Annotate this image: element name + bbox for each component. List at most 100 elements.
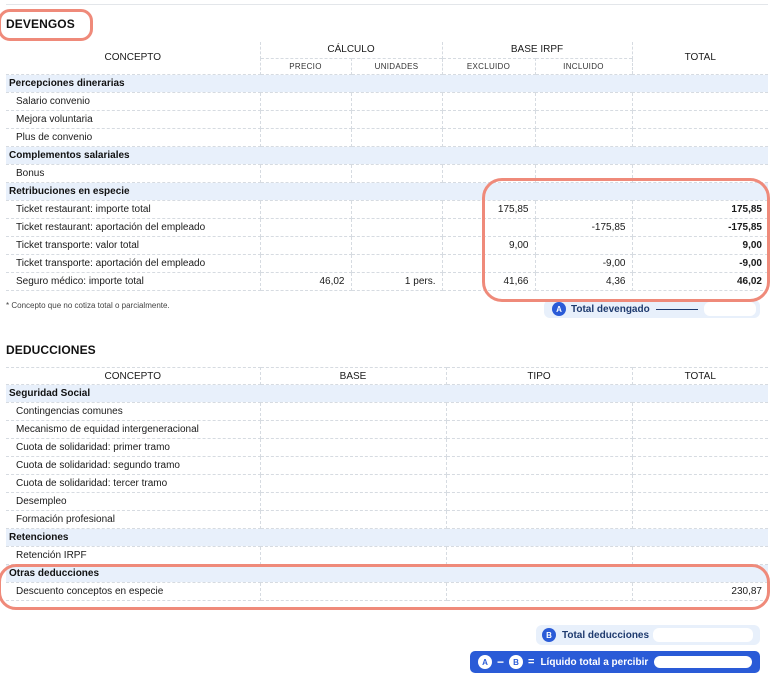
- liquido-total-bar: A − B = Líquido total a percibir: [470, 651, 760, 673]
- cell-concepto: Cuota de solidaridad: primer tramo: [6, 438, 261, 457]
- cell-precio: [260, 200, 352, 219]
- devengos-category-row: Complementos salariales: [6, 146, 768, 165]
- cell-tipo: [446, 474, 633, 493]
- liquido-value-box: [654, 656, 753, 668]
- cell-tipo: [446, 456, 633, 475]
- cell-base: [260, 510, 447, 529]
- category-label: Complementos salariales: [6, 146, 768, 165]
- cell-concepto: Ticket transporte: aportación del emplea…: [6, 254, 261, 273]
- total-deducciones-chip: B Total deducciones: [536, 625, 760, 645]
- cell-concepto: Ticket transporte: valor total: [6, 236, 261, 255]
- deducciones-category-row: Retenciones: [6, 528, 768, 547]
- cell-total: [632, 92, 768, 111]
- cell-base: [260, 492, 447, 511]
- devengos-header-total: TOTAL: [632, 42, 768, 75]
- cell-total: [632, 438, 768, 457]
- cell-concepto: Descuento conceptos en especie: [6, 582, 261, 601]
- cell-total: 230,87: [632, 582, 768, 601]
- cell-unidades: 1 pers.: [351, 272, 443, 291]
- cell-total: [632, 510, 768, 529]
- cell-total: [632, 546, 768, 565]
- devengos-row: Ticket transporte: aportación del emplea…: [6, 254, 768, 273]
- cell-incluido: 4,36: [535, 272, 633, 291]
- cell-concepto: Cuota de solidaridad: segundo tramo: [6, 456, 261, 475]
- devengos-footnote: * Concepto que no cotiza total o parcial…: [6, 301, 170, 310]
- cell-unidades: [351, 254, 443, 273]
- devengos-row: Bonus: [6, 164, 768, 183]
- deducciones-header-tipo: TIPO: [446, 367, 633, 385]
- deducciones-row: Desempleo: [6, 492, 768, 511]
- cell-concepto: Retención IRPF: [6, 546, 261, 565]
- cell-tipo: [446, 402, 633, 421]
- deducciones-row: Descuento conceptos en especie 230,87: [6, 582, 768, 601]
- cell-concepto: Ticket restaurant: aportación del emplea…: [6, 218, 261, 237]
- cell-incluido: [535, 92, 633, 111]
- cell-precio: [260, 236, 352, 255]
- cell-total: [632, 420, 768, 439]
- devengos-header-unidades: UNIDADES: [351, 57, 443, 75]
- liquido-badge-b-icon: B: [509, 655, 524, 669]
- cell-concepto: Contingencias comunes: [6, 402, 261, 421]
- cell-precio: [260, 218, 352, 237]
- deducciones-category-row: Seguridad Social: [6, 384, 768, 403]
- cell-excluido: 175,85: [442, 200, 536, 219]
- cell-tipo: [446, 492, 633, 511]
- cell-tipo: [446, 582, 633, 601]
- cell-base: [260, 438, 447, 457]
- cell-incluido: [535, 236, 633, 255]
- category-label: Retenciones: [6, 528, 768, 547]
- cell-excluido: [442, 128, 536, 147]
- cell-total: 9,00: [632, 236, 768, 255]
- cell-base: [260, 546, 447, 565]
- devengos-table: CONCEPTO CÁLCULO BASE IRPF TOTAL PRECIO …: [6, 42, 768, 291]
- cell-total: [632, 164, 768, 183]
- cell-total: [632, 128, 768, 147]
- devengos-row: Ticket restaurant: aportación del emplea…: [6, 218, 768, 237]
- devengos-row: Ticket transporte: valor total 9,00 9,00: [6, 236, 768, 255]
- cell-total: [632, 492, 768, 511]
- cell-concepto: Plus de convenio: [6, 128, 261, 147]
- total-devengado-value-box: [703, 302, 756, 316]
- cell-tipo: [446, 510, 633, 529]
- cell-unidades: [351, 92, 443, 111]
- cell-base: [260, 474, 447, 493]
- cell-total: [632, 456, 768, 475]
- cell-precio: [260, 254, 352, 273]
- cell-concepto: Salario convenio: [6, 92, 261, 111]
- devengos-header-calculo: CÁLCULO: [260, 42, 443, 58]
- devengos-row: Salario convenio: [6, 92, 768, 111]
- cell-base: [260, 420, 447, 439]
- cell-incluido: [535, 164, 633, 183]
- deducciones-row: Formación profesional: [6, 510, 768, 529]
- total-deducciones-label: Total deducciones: [562, 629, 650, 641]
- total-devengado-label: Total devengado: [571, 303, 650, 315]
- cell-total: -175,85: [632, 218, 768, 237]
- devengos-header-precio: PRECIO: [260, 57, 352, 75]
- cell-precio: 46,02: [260, 272, 352, 291]
- devengos-header-concepto: CONCEPTO: [6, 42, 261, 75]
- deducciones-row: Contingencias comunes: [6, 402, 768, 421]
- cell-excluido: [442, 110, 536, 129]
- cell-unidades: [351, 218, 443, 237]
- cell-tipo: [446, 546, 633, 565]
- cell-total: [632, 474, 768, 493]
- cell-incluido: [535, 128, 633, 147]
- cell-precio: [260, 110, 352, 129]
- cell-concepto: Mecanismo de equidad intergeneracional: [6, 420, 261, 439]
- deducciones-table: CONCEPTO BASE TIPO TOTAL Seguridad Socia…: [6, 367, 768, 601]
- equals-sign: =: [528, 656, 535, 668]
- cell-precio: [260, 164, 352, 183]
- cell-total: 175,85: [632, 200, 768, 219]
- cell-incluido: [535, 110, 633, 129]
- cell-excluido: [442, 164, 536, 183]
- total-devengado-chip: A Total devengado: [544, 300, 760, 318]
- cell-incluido: -9,00: [535, 254, 633, 273]
- cell-concepto: Desempleo: [6, 492, 261, 511]
- cell-total: [632, 402, 768, 421]
- cell-unidades: [351, 128, 443, 147]
- cell-unidades: [351, 200, 443, 219]
- minus-sign: −: [497, 655, 505, 669]
- deducciones-row: Retención IRPF: [6, 546, 768, 565]
- badge-b-icon: B: [542, 628, 556, 642]
- devengos-row: Mejora voluntaria: [6, 110, 768, 129]
